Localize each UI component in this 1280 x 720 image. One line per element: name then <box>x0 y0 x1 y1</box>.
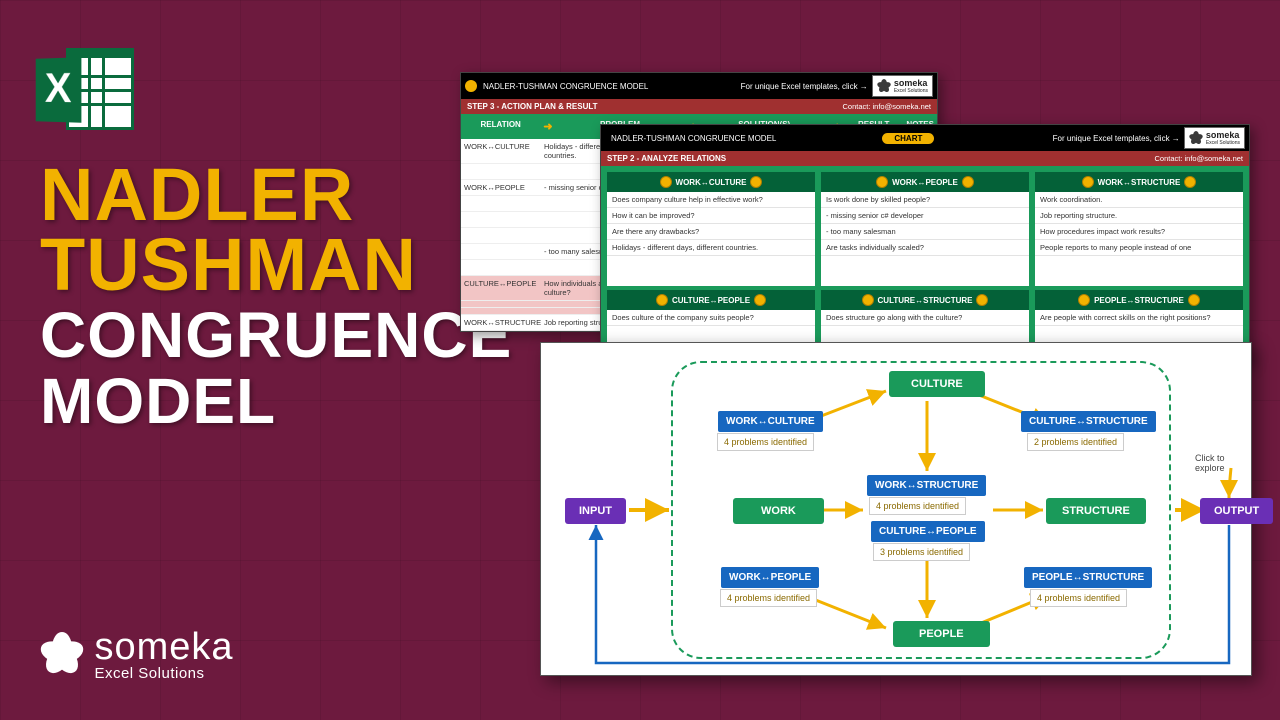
medal-icon <box>876 176 888 188</box>
ss1-topbar: NADLER-TUSHMAN CONGRUENCE MODEL For uniq… <box>461 73 937 99</box>
ss2-step-label: STEP 2 - ANALYZE RELATIONS <box>607 154 726 163</box>
relation-culture-structure[interactable]: CULTURE↔STRUCTURE <box>1021 411 1156 432</box>
card-header: WORK↔CULTURE <box>607 172 815 192</box>
congruence-diagram: INPUT OUTPUT Click to explore CULTURE WO… <box>540 342 1252 676</box>
title-line-2: TUSHMAN <box>40 230 512 300</box>
page-title: NADLER TUSHMAN CONGRUENCE MODEL <box>40 160 512 431</box>
relation-work-people-sub: 4 problems identified <box>720 589 817 607</box>
relation-people-structure[interactable]: PEOPLE↔STRUCTURE <box>1024 567 1152 588</box>
relation-card: WORK↔CULTUREDoes company culture help in… <box>607 172 815 286</box>
someka-badge[interactable]: somekaExcel Solutions <box>872 75 933 97</box>
ss2-cards-row1: WORK↔CULTUREDoes company culture help in… <box>601 166 1249 288</box>
bullet-icon <box>465 80 477 92</box>
medal-icon <box>750 176 762 188</box>
relation-culture-people-sub: 3 problems identified <box>873 543 970 561</box>
card-header: CULTURE↔STRUCTURE <box>821 290 1029 310</box>
card-line: How procedures impact work results? <box>1035 224 1243 240</box>
excel-x-badge: X <box>36 57 82 123</box>
arrow-icon: ➜ <box>540 118 555 135</box>
relation-people-structure-sub: 4 problems identified <box>1030 589 1127 607</box>
relation-card: WORK↔STRUCTUREWork coordination.Job repo… <box>1035 172 1243 286</box>
node-output[interactable]: OUTPUT <box>1200 498 1273 524</box>
card-line: How it can be improved? <box>607 208 815 224</box>
medal-icon <box>1082 176 1094 188</box>
node-culture[interactable]: CULTURE <box>889 371 985 397</box>
node-people[interactable]: PEOPLE <box>893 621 990 647</box>
medal-icon <box>862 294 874 306</box>
medal-icon <box>962 176 974 188</box>
card-line: - too many salesman <box>821 224 1029 240</box>
excel-icon: X <box>34 40 134 140</box>
medal-icon <box>754 294 766 306</box>
node-input[interactable]: INPUT <box>565 498 626 524</box>
card-line: People reports to many people instead of… <box>1035 240 1243 256</box>
ss2-topbar: NADLER-TUSHMAN CONGRUENCE MODEL CHART Fo… <box>601 125 1249 151</box>
medal-icon <box>1184 176 1196 188</box>
card-header: WORK↔STRUCTURE <box>1035 172 1243 192</box>
node-structure[interactable]: STRUCTURE <box>1046 498 1146 524</box>
ss1-contact: Contact: info@someka.net <box>843 102 932 111</box>
card-line: - missing senior c# developer <box>821 208 1029 224</box>
card-header: WORK↔PEOPLE <box>821 172 1029 192</box>
flower-icon <box>40 632 84 676</box>
card-line: Are tasks individually scaled? <box>821 240 1029 256</box>
card-line: Are people with correct skills on the ri… <box>1035 310 1243 326</box>
relation-work-people[interactable]: WORK↔PEOPLE <box>721 567 819 588</box>
card-line: Are there any drawbacks? <box>607 224 815 240</box>
medal-icon <box>1078 294 1090 306</box>
relation-culture-people[interactable]: CULTURE↔PEOPLE <box>871 521 985 542</box>
card-line: Holidays - different days, different cou… <box>607 240 815 256</box>
ss2-stepbar: STEP 2 - ANALYZE RELATIONS Contact: info… <box>601 151 1249 166</box>
relation-card: WORK↔PEOPLEIs work done by skilled peopl… <box>821 172 1029 286</box>
card-line: Does company culture help in effective w… <box>607 192 815 208</box>
screenshot-step2: NADLER-TUSHMAN CONGRUENCE MODEL CHART Fo… <box>600 124 1250 363</box>
ss2-topnote: For unique Excel templates, click → <box>1053 134 1180 143</box>
ss2-title: NADLER-TUSHMAN CONGRUENCE MODEL <box>611 134 776 143</box>
relation-culture-structure-sub: 2 problems identified <box>1027 433 1124 451</box>
medal-icon <box>976 294 988 306</box>
medal-icon <box>660 176 672 188</box>
relation-work-structure[interactable]: WORK↔STRUCTURE <box>867 475 986 496</box>
relation-work-culture[interactable]: WORK↔CULTURE <box>718 411 823 432</box>
col-relation: RELATION <box>461 118 540 135</box>
brand-name: someka <box>94 626 233 669</box>
ss1-topnote: For unique Excel templates, click → <box>741 82 868 91</box>
card-line: Does structure go along with the culture… <box>821 310 1029 326</box>
ss1-title: NADLER-TUSHMAN CONGRUENCE MODEL <box>483 82 648 91</box>
card-header: CULTURE↔PEOPLE <box>607 290 815 310</box>
brand-logo: someka Excel Solutions <box>40 626 234 682</box>
someka-badge[interactable]: somekaExcel Solutions <box>1184 127 1245 149</box>
card-line: Does culture of the company suits people… <box>607 310 815 326</box>
title-line-1: NADLER <box>40 160 512 230</box>
title-line-3: CONGRUENCE <box>40 305 512 365</box>
node-work[interactable]: WORK <box>733 498 824 524</box>
card-header: PEOPLE↔STRUCTURE <box>1035 290 1243 310</box>
title-line-4: MODEL <box>40 371 512 431</box>
medal-icon <box>1188 294 1200 306</box>
card-line: Job reporting structure. <box>1035 208 1243 224</box>
ss2-contact: Contact: info@someka.net <box>1155 154 1244 163</box>
ss1-step-label: STEP 3 - ACTION PLAN & RESULT <box>467 102 598 111</box>
ss1-stepbar: STEP 3 - ACTION PLAN & RESULT Contact: i… <box>461 99 937 114</box>
relation-work-structure-sub: 4 problems identified <box>869 497 966 515</box>
relation-work-culture-sub: 4 problems identified <box>717 433 814 451</box>
click-to-explore-label: Click to explore <box>1195 453 1251 473</box>
card-line: Work coordination. <box>1035 192 1243 208</box>
card-line: Is work done by skilled people? <box>821 192 1029 208</box>
medal-icon <box>656 294 668 306</box>
chart-button[interactable]: CHART <box>882 133 934 144</box>
